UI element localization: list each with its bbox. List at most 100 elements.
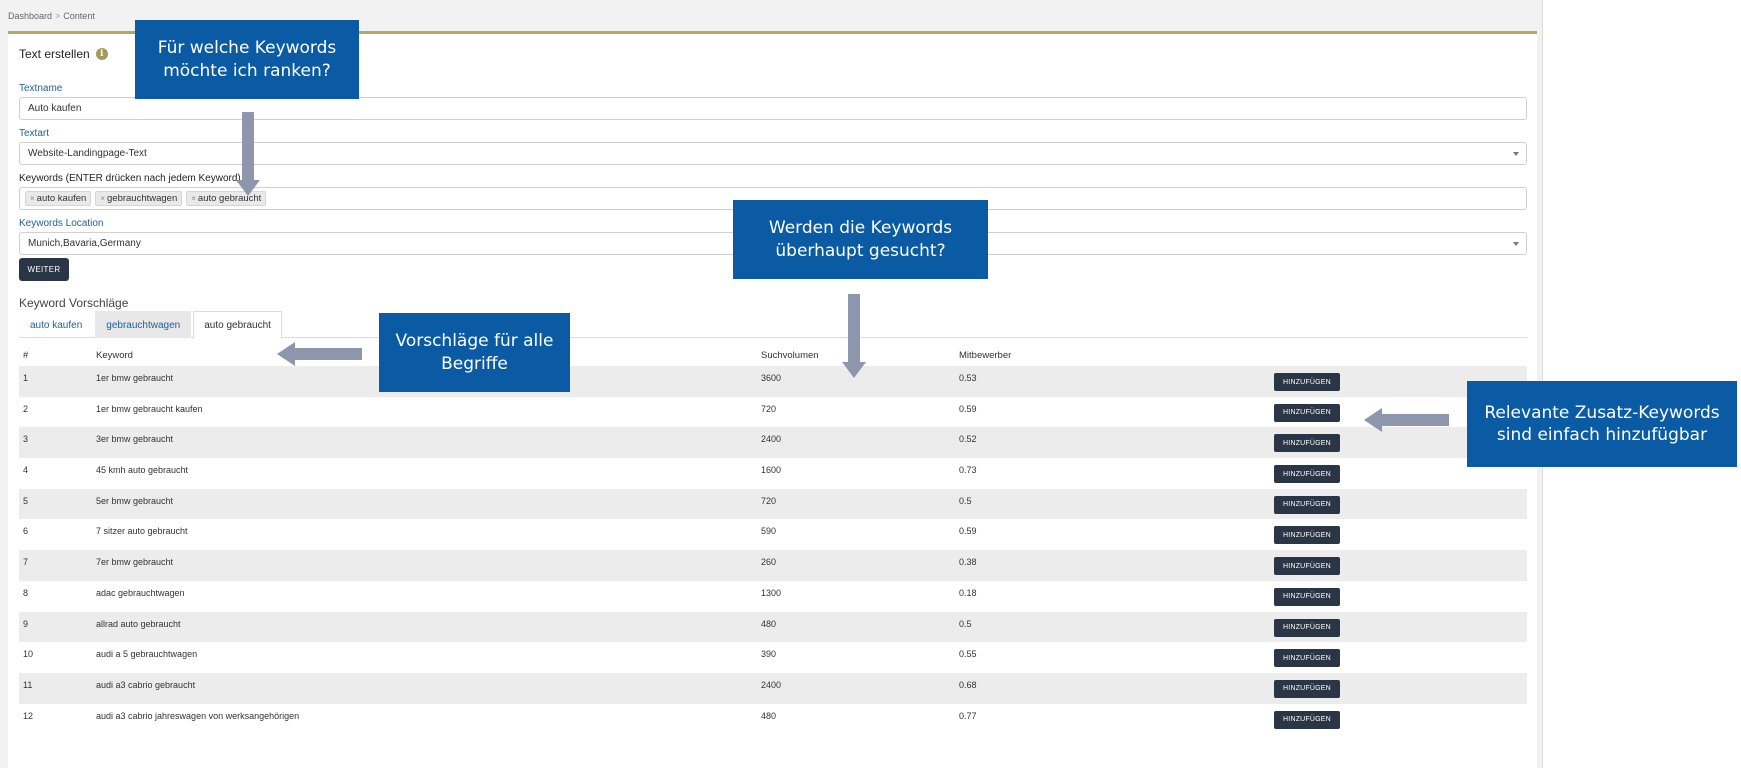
row-volume: 720 — [761, 495, 777, 506]
row-num: 10 — [23, 649, 34, 660]
row-volume: 1600 — [761, 465, 782, 476]
row-num: 3 — [23, 434, 29, 445]
tab-gebrauchtwagen[interactable]: gebrauchtwagen — [95, 311, 192, 338]
location-value: Munich,Bavaria,Germany — [28, 238, 141, 249]
row-num: 5 — [23, 495, 29, 506]
row-volume: 2400 — [761, 679, 782, 690]
table-row: 8 adac gebrauchtwagen 1300 0.18 HINZUFÜGEN — [19, 581, 1527, 612]
callout-keywords: Für welche Keywords möchte ich ranken? — [135, 20, 359, 99]
add-keyword-button[interactable]: HINZUFÜGEN — [1274, 618, 1340, 637]
row-keyword: allrad auto gebraucht — [96, 618, 181, 629]
breadcrumb-dashboard[interactable]: Dashboard — [8, 11, 52, 21]
row-keyword: 5er bmw gebraucht — [96, 495, 174, 506]
row-competition: 0.59 — [959, 526, 977, 537]
textname-value: Auto kaufen — [28, 103, 82, 114]
add-keyword-button[interactable]: HINZUFÜGEN — [1274, 557, 1340, 576]
row-competition: 0.18 — [959, 587, 977, 598]
breadcrumb: Dashboard > Content — [8, 11, 95, 21]
table-row: 9 allrad auto gebraucht 480 0.5 HINZUFÜGEN — [19, 611, 1527, 643]
row-competition: 0.53 — [959, 373, 977, 383]
table-row: 11 audi a3 cabrio gebraucht 2400 0.68 HINZUF… — [19, 672, 1527, 704]
row-competition: 0.52 — [959, 434, 977, 445]
row-keyword: 45 kmh auto gebraucht — [96, 465, 189, 476]
chevron-down-icon — [1513, 242, 1519, 246]
row-volume: 590 — [761, 526, 777, 537]
keyword-tag: × gebrauchtwagen — [95, 191, 183, 206]
keyword-tabs: auto kaufen gebrauchtwagen auto gebrauch… — [19, 311, 1527, 339]
breadcrumb-separator: > — [55, 11, 61, 21]
add-keyword-button[interactable]: HINZUFÜGEN — [1274, 434, 1340, 453]
add-keyword-button[interactable]: HINZUFÜGEN — [1274, 465, 1340, 484]
table-row: 6 7 sitzer auto gebraucht 590 0.59 HINZUFÜGE… — [19, 519, 1527, 550]
table-row: 1 1er bmw gebraucht 3600 0.53 HINZUFÜGEN — [19, 366, 1527, 397]
row-keyword: 7 sitzer auto gebraucht — [96, 526, 188, 537]
row-volume: 390 — [761, 649, 777, 660]
row-volume: 3600 — [761, 373, 782, 383]
location-label: Keywords Location — [19, 218, 104, 229]
keyword-tag: × auto kaufen — [25, 191, 92, 206]
column-header-num: # — [23, 350, 29, 361]
row-num: 2 — [23, 403, 29, 414]
row-volume: 260 — [761, 557, 777, 568]
app-window: Dashboard > Content Text erstellen i Textn… — [0, 0, 1543, 768]
keyword-tag-label: auto kaufen — [36, 193, 87, 204]
add-keyword-button[interactable]: HINZUFÜGEN — [1274, 649, 1340, 668]
keywords-label: Keywords (ENTER drücken nach jedem Keywo… — [19, 173, 241, 184]
row-num: 9 — [23, 618, 29, 629]
table-row: 12 audi a3 cabrio jahreswagen von werksan… — [19, 704, 1527, 735]
arrow-down-volume — [848, 294, 860, 364]
remove-tag-icon[interactable]: × — [191, 194, 196, 203]
callout-suggestions: Vorschläge für alle Begriffe — [379, 313, 570, 392]
text-create-card: Text erstellen i Textname Auto kaufen Te… — [8, 31, 1537, 768]
add-keyword-button[interactable]: HINZUFÜGEN — [1274, 679, 1340, 698]
keyword-tag-label: gebrauchtwagen — [107, 193, 178, 204]
row-num: 7 — [23, 557, 29, 568]
row-num: 12 — [23, 710, 34, 721]
arrow-left-add — [1382, 414, 1449, 426]
keyword-table-body: 1 1er bmw gebraucht 3600 0.53 HINZUFÜGEN 2 1er… — [19, 366, 1527, 734]
row-competition: 0.73 — [959, 465, 977, 476]
weiter-button[interactable]: WEITER — [19, 258, 69, 281]
add-keyword-button[interactable]: HINZUFÜGEN — [1274, 526, 1340, 545]
row-num: 4 — [23, 465, 29, 476]
chevron-down-icon — [1513, 152, 1519, 156]
suggestions-title: Keyword Vorschläge — [19, 296, 129, 310]
add-keyword-button[interactable]: HINZUFÜGEN — [1274, 403, 1340, 422]
row-keyword: audi a3 cabrio gebraucht — [96, 679, 196, 690]
tab-auto-gebraucht[interactable]: auto gebraucht — [193, 311, 282, 339]
tab-auto-kaufen[interactable]: auto kaufen — [19, 311, 93, 338]
breadcrumb-content: Content — [63, 11, 95, 21]
row-keyword: 1er bmw gebraucht — [96, 373, 174, 383]
row-keyword: audi a3 cabrio jahreswagen von werksange… — [96, 710, 300, 721]
add-keyword-button[interactable]: HINZUFÜGEN — [1274, 373, 1340, 391]
row-keyword: 3er bmw gebraucht — [96, 434, 174, 445]
callout-add: Relevante Zusatz-Keywords sind einfach h… — [1467, 381, 1737, 467]
table-row: 2 1er bmw gebraucht kaufen 720 0.59 HINZUFÜG… — [19, 397, 1527, 428]
row-keyword: adac gebrauchtwagen — [96, 587, 185, 598]
add-keyword-button[interactable]: HINZUFÜGEN — [1274, 495, 1340, 514]
row-competition: 0.59 — [959, 403, 977, 414]
card-title: Text erstellen i — [19, 47, 108, 61]
row-competition: 0.68 — [959, 679, 977, 690]
add-keyword-button[interactable]: HINZUFÜGEN — [1274, 710, 1340, 729]
table-row: 7 7er bmw gebraucht 260 0.38 HINZUFÜGEN — [19, 550, 1527, 581]
card-title-text: Text erstellen — [19, 47, 90, 61]
row-keyword: 1er bmw gebraucht kaufen — [96, 403, 203, 414]
row-keyword: audi a 5 gebrauchtwagen — [96, 649, 198, 660]
table-row: 4 45 kmh auto gebraucht 1600 0.73 HINZUFÜGEN — [19, 458, 1527, 489]
row-competition: 0.55 — [959, 649, 977, 660]
remove-tag-icon[interactable]: × — [30, 194, 35, 203]
row-volume: 1300 — [761, 587, 782, 598]
table-row: 3 3er bmw gebraucht 2400 0.52 HINZUFÜGEN — [19, 427, 1527, 459]
add-keyword-button[interactable]: HINZUFÜGEN — [1274, 587, 1340, 606]
row-competition: 0.38 — [959, 557, 977, 568]
textart-label: Textart — [19, 128, 50, 139]
row-volume: 720 — [761, 403, 777, 414]
textart-value: Website-Landingpage-Text — [28, 148, 147, 159]
arrow-head-icon — [842, 362, 866, 378]
row-volume: 2400 — [761, 434, 782, 445]
column-header-competition: Mitbewerber — [959, 350, 1012, 361]
remove-tag-icon[interactable]: × — [100, 194, 105, 203]
info-icon[interactable]: i — [95, 48, 108, 60]
row-keyword: 7er bmw gebraucht — [96, 557, 174, 568]
